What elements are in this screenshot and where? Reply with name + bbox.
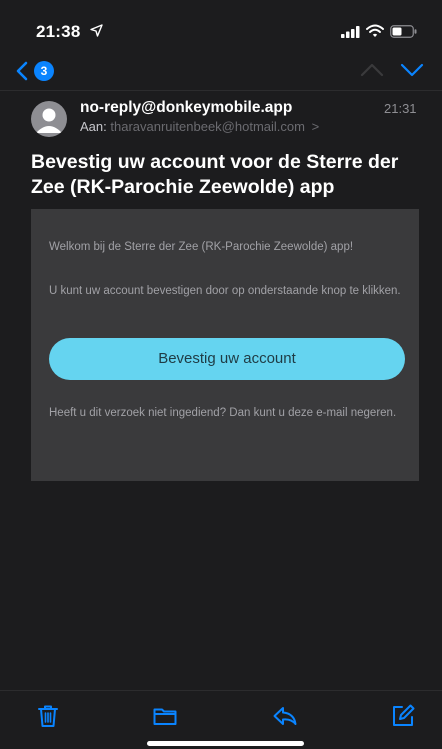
home-indicator[interactable] [147, 741, 304, 746]
compose-icon[interactable] [390, 703, 416, 729]
chevron-left-icon [16, 61, 28, 81]
wifi-icon [366, 24, 384, 37]
instruction-text: U kunt uw account bevestigen door op ond… [49, 285, 401, 297]
email-body-card: Welkom bij de Sterre der Zee (RK-Parochi… [31, 209, 419, 481]
trash-icon[interactable] [35, 703, 61, 729]
ignore-notice-text: Heeft u dit verzoek niet ingediend? Dan … [49, 407, 397, 419]
nav-bar: 3 [0, 52, 442, 90]
welcome-text: Welkom bij de Sterre der Zee (RK-Parochi… [49, 241, 354, 253]
battery-icon [390, 25, 417, 38]
folder-icon[interactable] [152, 703, 178, 729]
back-button[interactable]: 3 [16, 58, 64, 84]
mail-screen: 21:38 3 no-reply@donkeymobile.app 21:31 … [0, 0, 442, 749]
chevron-right-icon: > [311, 119, 320, 134]
sender-avatar [31, 101, 67, 137]
reply-icon[interactable] [272, 703, 298, 729]
chevron-up-icon[interactable] [360, 60, 384, 80]
cellular-signal-icon [341, 26, 360, 38]
person-icon [36, 108, 62, 133]
received-time: 21:31 [384, 101, 417, 116]
email-subject: Bevestig uw account voor de Sterre der Z… [31, 151, 399, 198]
chevron-down-icon[interactable] [400, 60, 424, 80]
confirm-account-button[interactable]: Bevestig uw account [49, 338, 405, 380]
status-bar: 21:38 [0, 0, 442, 52]
unread-count-badge: 3 [34, 61, 54, 81]
nav-divider [0, 90, 442, 91]
status-time: 21:38 [36, 22, 81, 41]
recipient-label: Aan: [80, 119, 107, 134]
location-arrow-icon [90, 24, 103, 37]
sender-address[interactable]: no-reply@donkeymobile.app [80, 99, 292, 117]
recipient-address: tharavanruitenbeek@hotmail.com [110, 119, 305, 134]
recipient-line[interactable]: Aan: tharavanruitenbeek@hotmail.com > [80, 119, 319, 134]
